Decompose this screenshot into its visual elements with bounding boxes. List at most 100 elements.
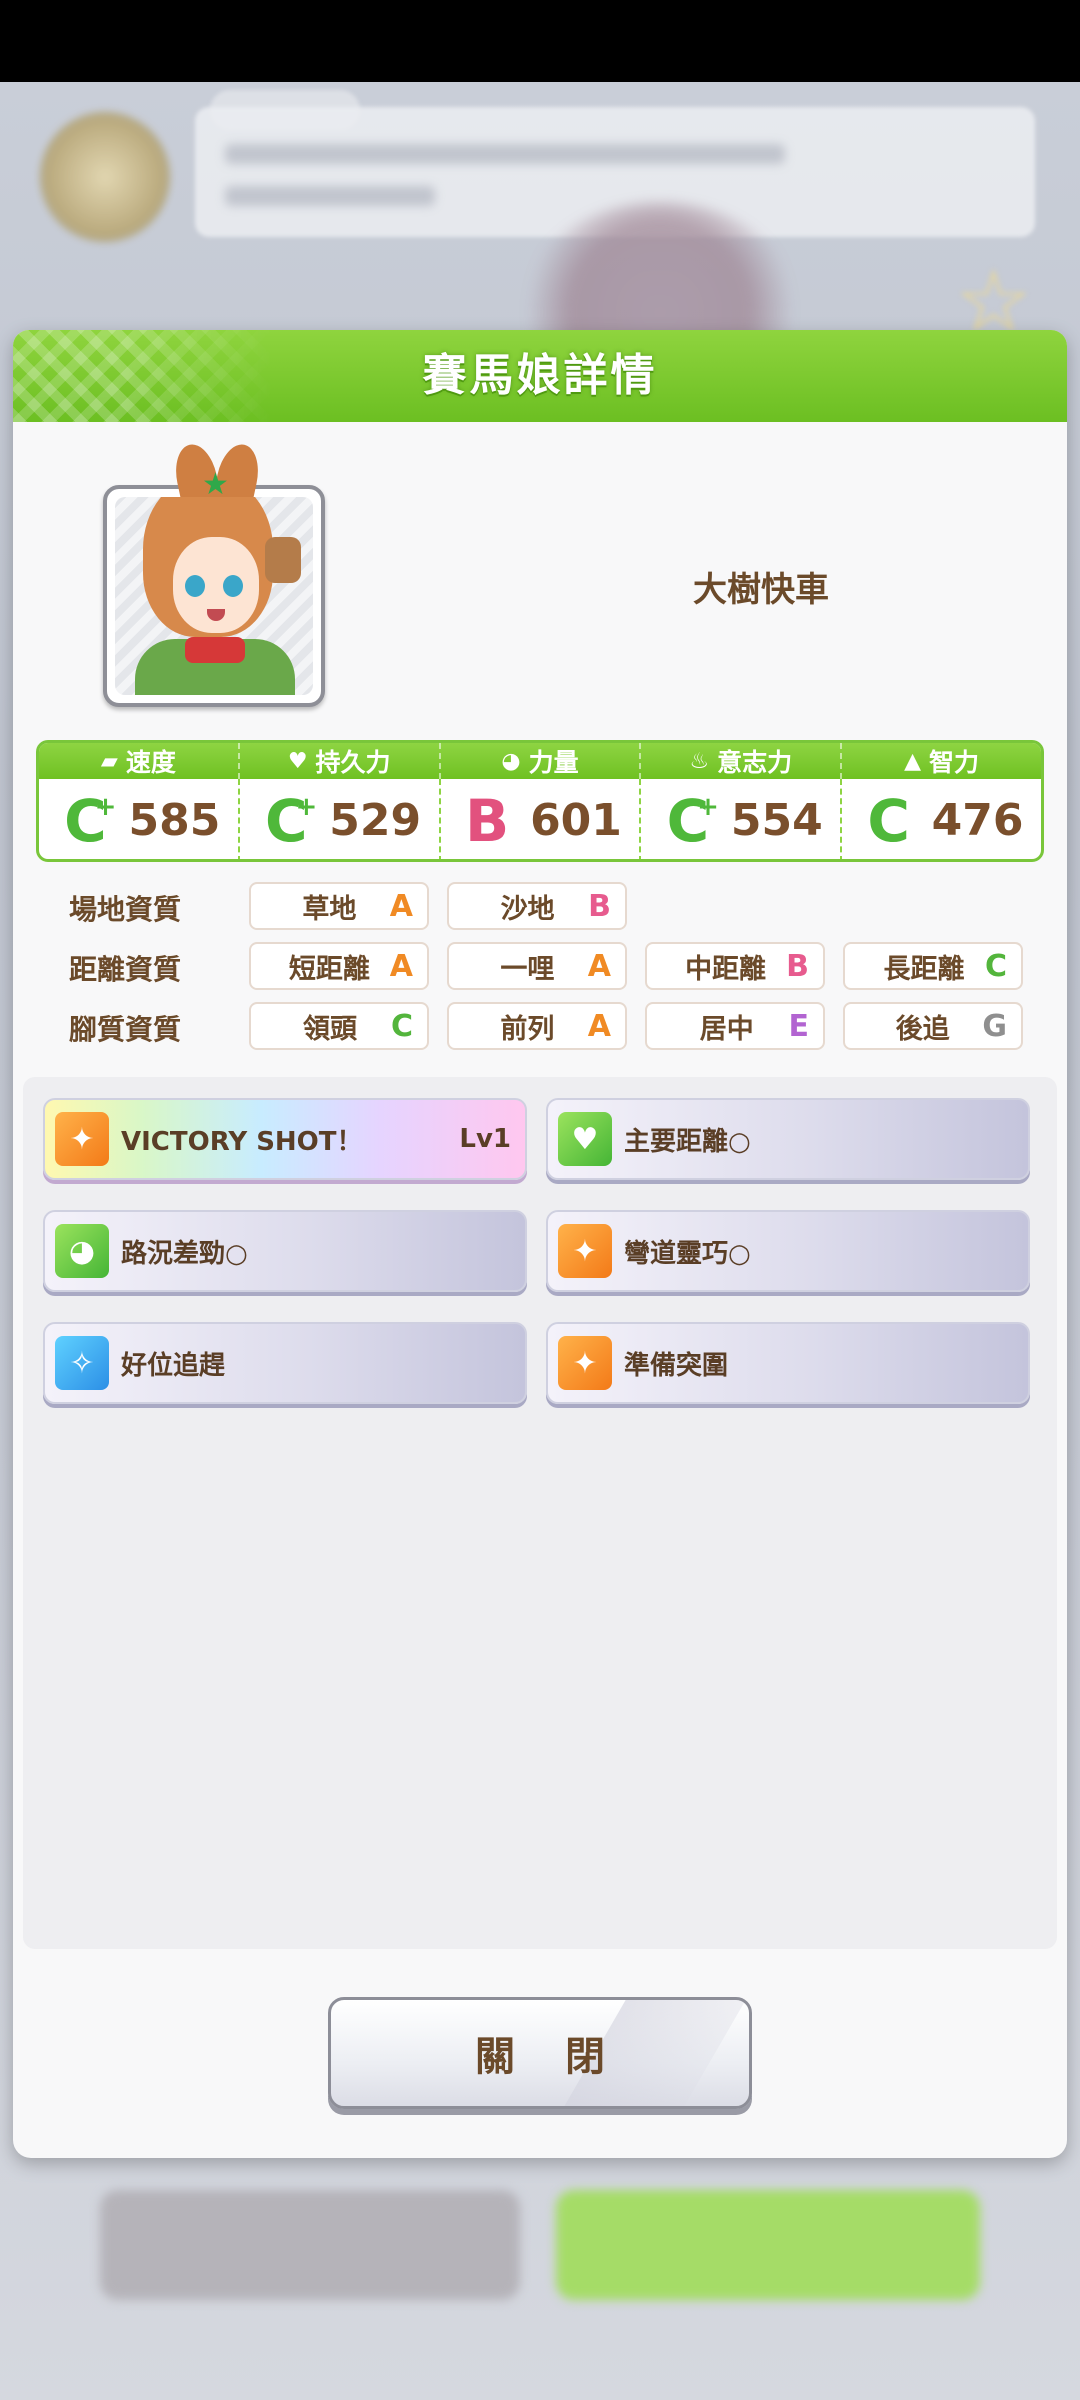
stat-guts: C + 554 [641,779,843,859]
aptitude-cell: 長距離 C [843,942,1023,990]
stats-table: ▰ 速度 ♥ 持久力 ◕ 力量 ♨ 意志力 ▲ 智力 C + 585 C + 5… [36,740,1044,862]
aptitude-cell: 沙地 B [447,882,627,930]
skill-corner-adept[interactable]: ✦ 彎道靈巧○ [546,1210,1030,1292]
stat-grade: B [464,786,510,855]
aptitude-name: 居中 [699,1013,754,1045]
stat-value: 476 [931,795,1024,846]
aptitude-label: 場地資質 [69,893,182,926]
heart-icon: ♥ [287,748,308,774]
aptitude-grade: A [389,888,413,924]
close-button[interactable]: 關 閉 [328,1997,752,2109]
stat-grade: C + [264,786,318,855]
aptitude-cell: 一哩 A [447,942,627,990]
stat-label: 力量 [528,748,579,777]
stat-grade: C [867,786,910,855]
stat-header-power: ◕ 力量 [441,743,642,779]
skill-position-chase[interactable]: ✧ 好位追趕 [43,1322,527,1404]
stat-header-guts: ♨ 意志力 [641,743,843,779]
aptitude-name: 中距離 [685,953,767,985]
stats-values: C + 585 C + 529 B 601 C + 554 C 476 [39,779,1041,859]
stat-stamina: C + 529 [240,779,441,859]
aptitude-name: 領頭 [302,1013,357,1045]
sparkle-icon: ✧ [55,1336,109,1390]
aptitude-grade: A [587,1008,611,1044]
close-button-label: 關 閉 [475,2034,623,2080]
skill-name: 好位追趕 [121,1350,226,1381]
stat-value: 554 [730,795,823,846]
aptitude-label: 腳質資質 [69,1013,182,1046]
blurred-text-line [225,144,785,164]
aptitude-grade: A [587,948,611,984]
stat-value: 585 [128,795,221,846]
stat-label: 速度 [125,748,176,777]
blurred-button [556,2190,980,2300]
graduation-cap-icon: ▲ [904,748,922,774]
blurred-avatar [40,112,170,242]
aptitude-name: 長距離 [883,953,965,985]
skill-name: 路況差勁○ [121,1238,248,1269]
runner-icon: ✦ [558,1224,612,1278]
portrait-eye [223,575,243,597]
shoe-icon: ▰ [100,748,118,774]
skill-bad-track[interactable]: ◕ 路況差勁○ [43,1210,527,1292]
skill-main-distance[interactable]: ♥ 主要距離○ [546,1098,1030,1180]
dialog-header: 賽馬娘詳情 [13,330,1067,422]
aptitude-name: 一哩 [500,953,555,985]
aptitude-grade: B [588,888,611,924]
stat-speed: C + 585 [39,779,240,859]
portrait-collar [185,637,245,663]
stat-value: 529 [329,795,422,846]
portrait-fist [265,537,301,583]
portrait-eye [185,575,205,597]
muscle-icon: ◕ [55,1224,109,1278]
stat-header-wisdom: ▲ 智力 [842,743,1041,779]
stat-label: 智力 [929,748,980,777]
aptitude-cell: 領頭 C [249,1002,429,1050]
aptitude-name: 沙地 [500,893,555,925]
stat-header-stamina: ♥ 持久力 [240,743,441,779]
aptitude-name: 短距離 [288,953,370,985]
stat-value: 601 [530,795,622,846]
stat-label: 意志力 [717,748,793,777]
aptitude-name: 前列 [500,1013,555,1045]
aptitude-cell: 後追 G [843,1002,1023,1050]
aptitude-cell: 草地 A [249,882,429,930]
heart-icon: ♥ [558,1112,612,1166]
aptitude-cell: 短距離 A [249,942,429,990]
skill-victory-shot[interactable]: ✦ VICTORY SHOT！ Lv1 [43,1098,527,1180]
flame-icon: ♨ [689,748,710,774]
blurred-text-line [225,186,435,206]
skill-level: Lv1 [459,1124,511,1154]
status-bar [0,0,1080,82]
skill-prepare-breakthrough[interactable]: ✦ 準備突圍 [546,1322,1030,1404]
aptitude-row-track: 場地資質 草地 A 沙地 B [55,882,1035,932]
aptitude-grade: B [786,948,809,984]
stat-wisdom: C 476 [842,779,1041,859]
stat-grade: C + [64,786,117,855]
skill-name: 主要距離○ [624,1126,751,1157]
aptitude-name: 後追 [895,1013,950,1045]
character-name: 大樹快車 [693,570,829,610]
stat-grade: C + [666,786,719,855]
aptitude-grade: E [788,1008,810,1044]
aptitude-grade: C [390,1008,413,1044]
runner-icon: ✦ [55,1112,109,1166]
screen: ☆ 賽馬娘詳情 ★ 大樹快車 ▰ 速度 ♥ 持久力 ◕ 力量 ♨ 意志力 ▲ 智… [0,0,1080,2400]
horse-girl-details-dialog: 賽馬娘詳情 ★ 大樹快車 ▰ 速度 ♥ 持久力 ◕ 力量 ♨ 意志力 ▲ 智力 … [13,330,1067,2158]
portrait-image [115,497,313,695]
stats-header: ▰ 速度 ♥ 持久力 ◕ 力量 ♨ 意志力 ▲ 智力 [39,743,1041,779]
stat-label: 持久力 [315,748,391,777]
aptitude-grade: C [984,948,1007,984]
blurred-button [100,2190,520,2300]
dialog-title: 賽馬娘詳情 [422,350,658,401]
skills-panel: ✦ VICTORY SHOT！ Lv1 ♥ 主要距離○ ◕ 路況差勁○ ✦ 彎道… [23,1077,1057,1949]
aptitude-cell: 前列 A [447,1002,627,1050]
skill-name: VICTORY SHOT！ [121,1126,363,1157]
aptitude-cell: 居中 E [645,1002,825,1050]
aptitude-name: 草地 [302,893,357,925]
stat-power: B 601 [441,779,642,859]
star-icon: ★ [202,467,229,502]
aptitude-row-distance: 距離資質 短距離 A 一哩 A 中距離 B 長距離 C [55,942,1035,992]
skill-name: 彎道靈巧○ [624,1238,751,1269]
stat-header-speed: ▰ 速度 [39,743,240,779]
